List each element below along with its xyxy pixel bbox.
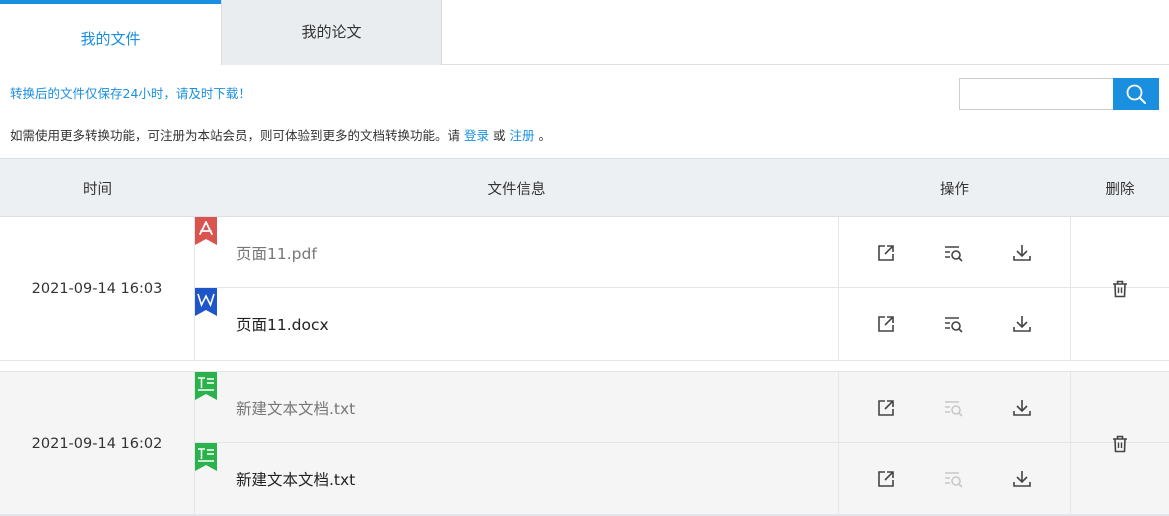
txt-icon (195, 372, 217, 400)
tab-my-papers[interactable]: 我的论文 (221, 0, 442, 65)
search-box (959, 78, 1159, 110)
external-link-icon (878, 399, 894, 416)
external-link-icon (878, 244, 894, 261)
open-button[interactable] (866, 372, 906, 443)
preview-icon (945, 400, 963, 417)
tab-bar: 我的文件 我的论文 (0, 0, 1169, 66)
actions-cell (838, 443, 1071, 514)
download-icon (1013, 399, 1031, 416)
retention-notice: 转换后的文件仅保存24小时，请及时下载！ (10, 86, 251, 101)
register-link[interactable]: 注册 (510, 128, 535, 143)
file-row: 新建文本文档.txt (195, 372, 1169, 443)
preview-button-disabled (934, 443, 974, 514)
delete-button[interactable] (1071, 372, 1169, 515)
word-icon (195, 288, 217, 316)
search-button[interactable] (1113, 78, 1159, 110)
trash-icon (1113, 435, 1127, 452)
preview-icon (945, 316, 963, 333)
actions-cell (838, 288, 1071, 360)
preview-button[interactable] (934, 217, 974, 288)
tab-my-files[interactable]: 我的文件 (0, 0, 221, 66)
actions-cell (838, 372, 1071, 442)
header-time: 时间 (83, 181, 112, 198)
table-header: 时间 文件信息 操作 删除 (0, 158, 1169, 217)
open-button[interactable] (866, 288, 906, 359)
or-text: 或 (493, 128, 506, 143)
download-icon (1013, 244, 1031, 261)
download-button[interactable] (1002, 443, 1042, 514)
time-cell: 2021-09-14 16:02 (0, 372, 195, 515)
download-button[interactable] (1002, 288, 1042, 359)
preview-button-disabled (934, 372, 974, 443)
open-button[interactable] (866, 443, 906, 514)
txt-icon (195, 443, 217, 471)
period-text: 。 (538, 128, 552, 143)
header-actions: 操作 (940, 181, 969, 198)
header-delete: 删除 (1105, 181, 1135, 198)
file-row: 新建文本文档.txt (195, 443, 1169, 514)
membership-notice: 如需使用更多转换功能，可注册为本站会员，则可体验到更多的文档转换功能。请 登录 … (10, 125, 551, 144)
external-link-icon (878, 315, 894, 332)
file-name: 页面11.pdf (236, 244, 317, 263)
preview-icon (945, 245, 963, 262)
file-name: 页面11.docx (236, 315, 329, 334)
download-icon (1013, 470, 1031, 487)
header-file-info: 文件信息 (487, 181, 546, 198)
trash-icon (1113, 280, 1127, 297)
pdf-icon (195, 217, 217, 245)
download-button[interactable] (1002, 372, 1042, 443)
file-row: 页面11.docx (195, 288, 1169, 360)
search-input[interactable] (959, 78, 1114, 110)
open-button[interactable] (866, 217, 906, 288)
preview-icon (945, 471, 963, 488)
login-link[interactable]: 登录 (464, 128, 489, 143)
time-cell: 2021-09-14 16:03 (0, 217, 195, 360)
preview-button[interactable] (934, 288, 974, 359)
search-icon (1126, 84, 1146, 104)
file-name: 新建文本文档.txt (236, 470, 356, 489)
download-icon (1013, 315, 1031, 332)
table-row-group: 2021-09-14 16:03 页面11.pdf 页面11.docx (0, 217, 1169, 360)
download-button[interactable] (1002, 217, 1042, 288)
file-row: 页面11.pdf (195, 217, 1169, 288)
row-group-spacer (0, 360, 1169, 371)
actions-cell (838, 217, 1071, 287)
membership-notice-text: 如需使用更多转换功能，可注册为本站会员，则可体验到更多的文档转换功能。请 (10, 128, 461, 143)
external-link-icon (878, 470, 894, 487)
table-row-group: 2021-09-14 16:02 新建文本文档.txt 新建文本文档.txt (0, 371, 1169, 515)
delete-button[interactable] (1071, 217, 1169, 360)
file-name: 新建文本文档.txt (236, 399, 356, 418)
